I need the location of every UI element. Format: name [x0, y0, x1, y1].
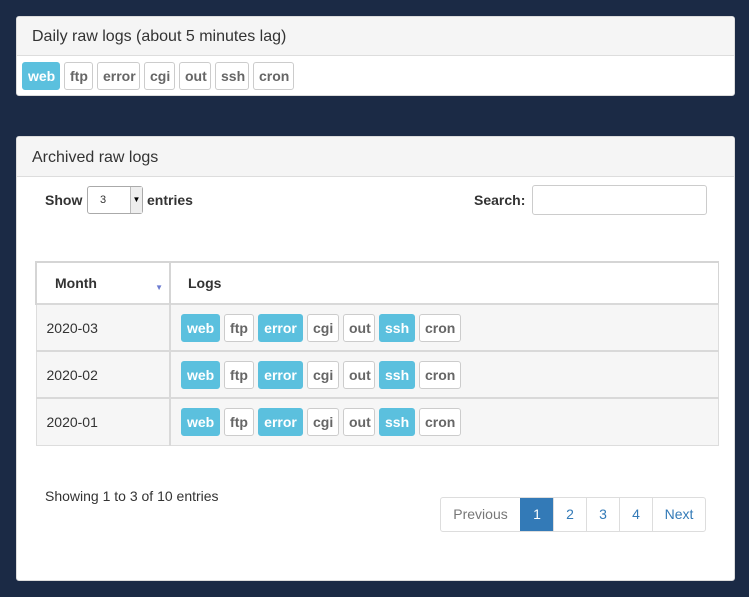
page-3-button[interactable]: 3 [586, 498, 619, 531]
pagination: Previous 1 2 3 4 Next [440, 497, 706, 532]
daily-ftp-button[interactable]: ftp [64, 62, 93, 90]
logs-cell: web ftp error cgi out ssh cron [169, 350, 719, 399]
cron-log-button[interactable]: cron [419, 360, 461, 389]
cron-log-button[interactable]: cron [419, 407, 461, 436]
previous-page-button[interactable]: Previous [441, 498, 520, 531]
entries-label: entries [147, 192, 193, 208]
web-log-button[interactable]: web [181, 360, 220, 389]
table-row: 2020-02 web ftp error cgi out ssh cron [35, 350, 719, 399]
logs-cell: web ftp error cgi out ssh cron [169, 397, 719, 446]
ssh-log-button[interactable]: ssh [379, 313, 415, 342]
cron-log-button[interactable]: cron [419, 313, 461, 342]
ssh-log-button[interactable]: ssh [379, 407, 415, 436]
entries-per-page-value: 3 [100, 194, 107, 206]
daily-cron-button[interactable]: cron [253, 62, 294, 90]
page-4-button[interactable]: 4 [619, 498, 652, 531]
daily-out-button[interactable]: out [179, 62, 211, 90]
daily-ssh-button[interactable]: ssh [215, 62, 249, 90]
web-log-button[interactable]: web [181, 407, 220, 436]
column-header-logs: Logs [169, 261, 719, 305]
month-cell: 2020-02 [35, 350, 171, 399]
column-header-month[interactable]: Month ▼ [35, 261, 171, 305]
sort-descending-icon: ▼ [155, 283, 163, 292]
month-cell: 2020-03 [35, 303, 171, 352]
page-2-button[interactable]: 2 [553, 498, 586, 531]
table-header-row: Month ▼ Logs [35, 261, 719, 305]
page-1-button[interactable]: 1 [520, 498, 553, 531]
daily-cgi-button[interactable]: cgi [144, 62, 175, 90]
daily-error-button[interactable]: error [97, 62, 140, 90]
web-log-button[interactable]: web [181, 313, 220, 342]
out-log-button[interactable]: out [343, 407, 375, 436]
month-cell: 2020-01 [35, 397, 171, 446]
search-label: Search: [474, 192, 526, 208]
error-log-button[interactable]: error [258, 407, 303, 436]
column-header-month-label: Month [55, 275, 97, 291]
table-row: 2020-03 web ftp error cgi out ssh cron [35, 303, 719, 352]
cgi-log-button[interactable]: cgi [307, 360, 339, 389]
daily-web-button[interactable]: web [22, 62, 60, 90]
cgi-log-button[interactable]: cgi [307, 313, 339, 342]
chevron-down-icon[interactable]: ▼ [130, 187, 142, 213]
next-page-button[interactable]: Next [652, 498, 705, 531]
daily-logs-title: Daily raw logs (about 5 minutes lag) [17, 17, 734, 56]
out-log-button[interactable]: out [343, 313, 375, 342]
cgi-log-button[interactable]: cgi [307, 407, 339, 436]
error-log-button[interactable]: error [258, 360, 303, 389]
daily-log-buttons: web ftp error cgi out ssh cron [22, 62, 294, 90]
show-label: Show [45, 192, 83, 208]
ftp-log-button[interactable]: ftp [224, 313, 254, 342]
error-log-button[interactable]: error [258, 313, 303, 342]
ftp-log-button[interactable]: ftp [224, 360, 254, 389]
archived-logs-panel: Archived raw logs Show 3 ▼ entries Searc… [16, 136, 735, 581]
ftp-log-button[interactable]: ftp [224, 407, 254, 436]
logs-cell: web ftp error cgi out ssh cron [169, 303, 719, 352]
table-row: 2020-01 web ftp error cgi out ssh cron [35, 397, 719, 446]
table-info: Showing 1 to 3 of 10 entries [45, 488, 219, 504]
daily-logs-panel: Daily raw logs (about 5 minutes lag) web… [16, 16, 735, 96]
archived-logs-title: Archived raw logs [17, 137, 734, 177]
entries-per-page-select[interactable]: 3 ▼ [87, 186, 143, 214]
archived-logs-table: Month ▼ Logs 2020-03 web ftp error cgi o… [35, 261, 719, 446]
search-input[interactable] [532, 185, 707, 215]
ssh-log-button[interactable]: ssh [379, 360, 415, 389]
out-log-button[interactable]: out [343, 360, 375, 389]
